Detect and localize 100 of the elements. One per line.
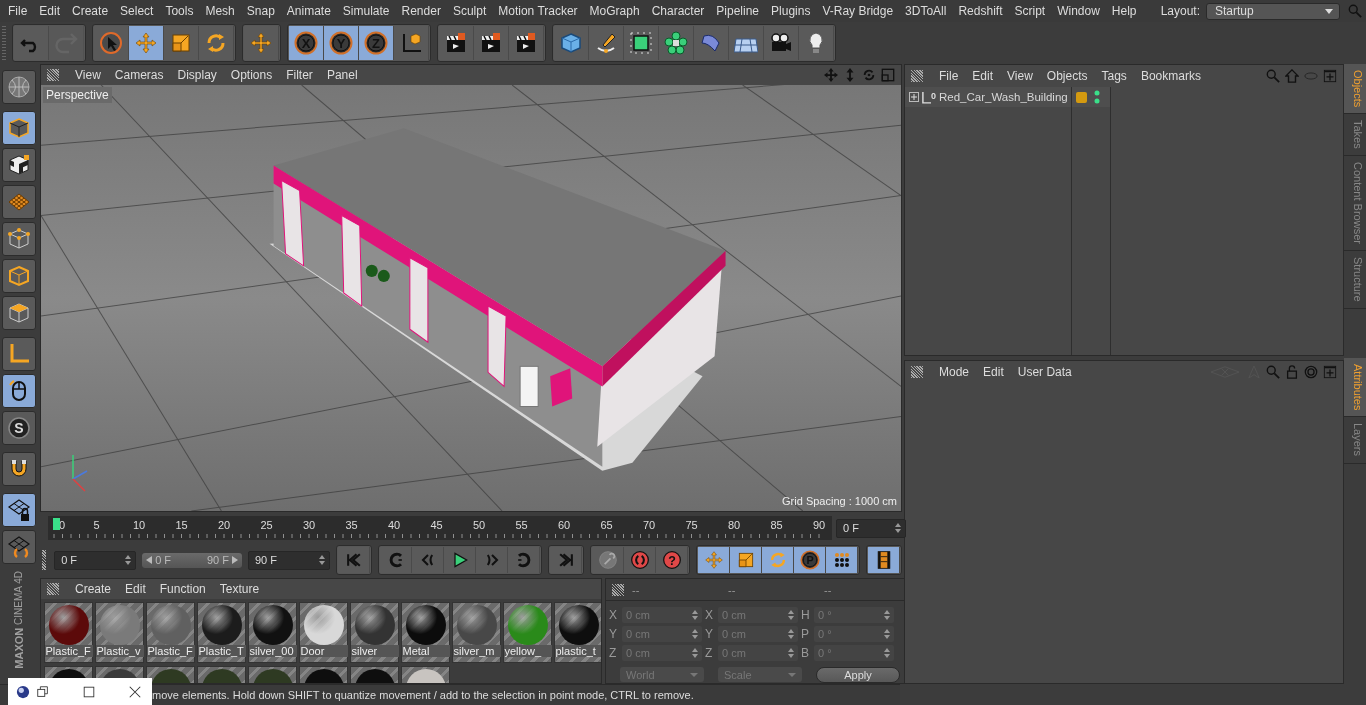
search-icon[interactable] xyxy=(1266,69,1280,83)
menu-item[interactable]: Tags xyxy=(1095,69,1133,83)
apply-button[interactable]: Apply xyxy=(816,667,900,683)
material-tile[interactable]: plastic_t xyxy=(554,602,601,663)
mode-button[interactable] xyxy=(2,296,36,330)
maximize-icon[interactable] xyxy=(881,68,895,82)
panel-grip[interactable] xyxy=(42,550,47,570)
end-frame-field[interactable]: 90 F xyxy=(248,550,330,570)
menu-item[interactable]: Plugins xyxy=(765,4,817,18)
menu-item[interactable]: MoGraph xyxy=(583,4,646,18)
menu-item[interactable]: Simulate xyxy=(336,4,396,18)
search-icon[interactable] xyxy=(1266,365,1280,379)
layer-swatch[interactable] xyxy=(1076,91,1087,103)
menu-item[interactable]: Edit xyxy=(33,4,67,18)
viewport[interactable]: Perspective Grid Spacing : 1000 cm xyxy=(41,85,901,511)
mode-button[interactable] xyxy=(2,259,36,293)
material-tile[interactable]: Metal xyxy=(401,602,450,663)
spinner-arrows-icon[interactable] xyxy=(125,555,132,565)
side-tab[interactable]: Objects xyxy=(1344,64,1366,115)
mode-button[interactable] xyxy=(2,530,36,564)
menu-item[interactable]: View xyxy=(69,68,107,82)
menu-item[interactable]: Render xyxy=(395,4,447,18)
material-tile[interactable]: silver_m xyxy=(452,602,501,663)
menu-item[interactable]: 3DToAll xyxy=(899,4,953,18)
left-arrow-icon[interactable] xyxy=(146,556,153,564)
material-tile[interactable]: yellow_ xyxy=(503,602,552,663)
maximize-icon[interactable] xyxy=(82,684,96,699)
menu-item[interactable]: View xyxy=(1001,69,1039,83)
target-icon[interactable] xyxy=(1304,365,1318,379)
menu-item[interactable]: User Data xyxy=(1011,365,1078,379)
menu-item[interactable]: Panel xyxy=(320,68,364,82)
menu-item[interactable]: Tools xyxy=(159,4,200,18)
transport-button[interactable] xyxy=(730,547,762,573)
menu-item[interactable]: Help xyxy=(1105,4,1143,18)
menu-item[interactable]: Animate xyxy=(280,4,337,18)
object-row[interactable]: 0 Red_Car_Wash_Building xyxy=(905,87,1071,107)
menu-item[interactable]: Function xyxy=(153,582,212,596)
spinner-arrows-icon[interactable] xyxy=(692,610,698,620)
material-tile[interactable]: silver_00 xyxy=(248,602,297,663)
visibility-dots-icon[interactable] xyxy=(1094,90,1100,104)
mode-button[interactable] xyxy=(2,70,36,104)
menu-item[interactable]: Select xyxy=(114,4,160,18)
restore-icon[interactable] xyxy=(36,684,50,699)
material-tile[interactable]: Plastic_v xyxy=(95,602,144,663)
material-tile[interactable]: Door xyxy=(299,602,348,663)
menu-item[interactable]: Texture xyxy=(213,582,266,596)
current-frame-field[interactable]: 0 F xyxy=(836,518,906,538)
drag-handle[interactable] xyxy=(2,26,6,60)
mode-button[interactable] xyxy=(2,374,36,408)
menu-item[interactable]: Options xyxy=(224,68,279,82)
spinner-arrows-icon[interactable] xyxy=(319,555,325,565)
menu-item[interactable]: Redshift xyxy=(952,4,1009,18)
menu-item[interactable]: Mesh xyxy=(199,4,241,18)
menu-item[interactable]: Motion Tracker xyxy=(492,4,584,18)
panel-grip[interactable] xyxy=(911,366,923,378)
panel-grip[interactable] xyxy=(47,583,59,595)
menu-item[interactable]: Create xyxy=(66,4,115,18)
spinner-arrows-icon[interactable] xyxy=(895,523,901,533)
transport-button[interactable] xyxy=(762,547,794,573)
lock-icon[interactable] xyxy=(1285,365,1299,379)
taskbar-preview-tooltip[interactable] xyxy=(8,678,152,705)
menu-item[interactable]: File xyxy=(2,4,34,18)
menu-item[interactable]: Character xyxy=(645,4,711,18)
spinner-arrows-icon[interactable] xyxy=(788,610,794,620)
menu-item[interactable]: Edit xyxy=(119,582,152,596)
panel-grip[interactable] xyxy=(911,70,923,82)
spinner-arrows-icon[interactable] xyxy=(884,610,890,620)
close-icon[interactable] xyxy=(128,684,142,699)
start-frame-field[interactable]: 0 F xyxy=(54,550,137,570)
menu-item[interactable]: Filter xyxy=(280,68,319,82)
menu-item[interactable]: Edit xyxy=(966,69,1000,83)
expand-toggle[interactable] xyxy=(909,92,919,102)
new-window-icon[interactable] xyxy=(1323,69,1337,83)
mode-button[interactable] xyxy=(2,148,36,182)
mode-button[interactable] xyxy=(2,337,36,371)
transport-button[interactable] xyxy=(826,547,858,573)
sphere-icon[interactable] xyxy=(16,684,30,699)
mode-button[interactable] xyxy=(2,222,36,256)
layout-dropdown[interactable]: Startup xyxy=(1206,2,1340,20)
mode-button[interactable] xyxy=(2,493,36,527)
spinner-arrows-icon[interactable] xyxy=(884,648,890,658)
transport-button[interactable] xyxy=(698,547,730,573)
spinner-arrows-icon[interactable] xyxy=(788,648,794,658)
mode-button[interactable] xyxy=(2,111,36,145)
side-tab[interactable]: Attributes xyxy=(1344,358,1366,418)
menu-item[interactable]: Snap xyxy=(240,4,281,18)
spinner-arrows-icon[interactable] xyxy=(884,629,890,639)
panel-grip[interactable] xyxy=(47,69,59,81)
material-tile[interactable]: silver xyxy=(350,602,399,663)
material-tile[interactable]: Plastic_F xyxy=(146,602,195,663)
menu-item[interactable]: Display xyxy=(171,68,223,82)
menu-item[interactable]: V-Ray Bridge xyxy=(816,4,900,18)
menu-item[interactable]: Sculpt xyxy=(446,4,493,18)
menu-item[interactable]: Objects xyxy=(1040,69,1094,83)
spinner-arrows-icon[interactable] xyxy=(692,629,698,639)
menu-item[interactable]: Pipeline xyxy=(710,4,766,18)
material-tile[interactable]: Plastic_T xyxy=(197,602,246,663)
rotate-icon[interactable] xyxy=(862,68,876,82)
menu-item[interactable]: Bookmarks xyxy=(1134,69,1207,83)
menu-item[interactable]: Mode xyxy=(933,365,976,379)
